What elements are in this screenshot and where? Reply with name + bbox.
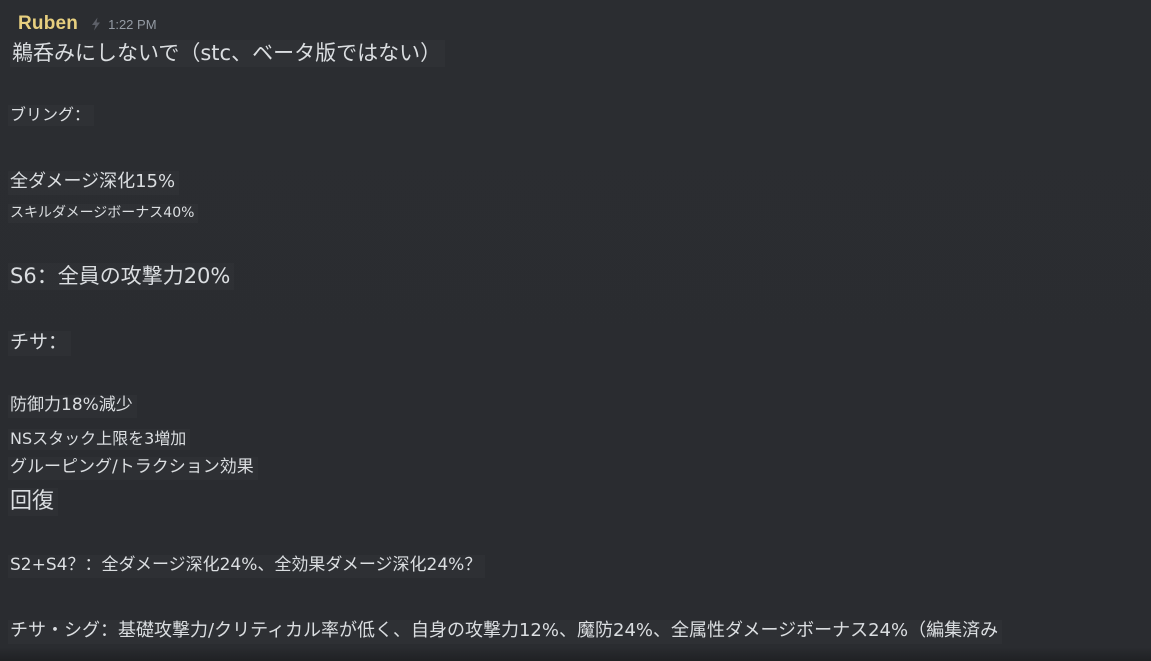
message-line: S2+S4？：全ダメージ深化24%、全効果ダメージ深化24%？ bbox=[10, 555, 482, 575]
message-timestamp[interactable]: 1:22 PM bbox=[108, 17, 156, 32]
message-header: Ruben 1:22 PM bbox=[18, 12, 157, 36]
chat-message-area: Ruben 1:22 PM 鵜呑みにしないで（stc、ベータ版ではない） ブリン… bbox=[0, 0, 1151, 661]
message-line: 回復 bbox=[10, 489, 55, 514]
message-line: ブリング： bbox=[10, 105, 91, 124]
message-line: S6：全員の攻撃力20% bbox=[10, 264, 231, 288]
message-line: チサ・シグ：基礎攻撃力/クリティカル率が低く、自身の攻撃力12%、魔防24%、全… bbox=[10, 620, 999, 641]
author-name[interactable]: Ruben bbox=[18, 13, 78, 35]
message-line: グルーピング/トラクション効果 bbox=[10, 457, 254, 477]
lightning-icon bbox=[88, 16, 104, 32]
message-line: NSスタック上限を3増加 bbox=[10, 429, 187, 448]
message-line: 防御力18%減少 bbox=[10, 395, 133, 415]
message-line: スキルダメージボーナス40% bbox=[10, 205, 195, 221]
bottom-fade bbox=[0, 647, 1151, 661]
message-line: 全ダメージ深化15% bbox=[10, 171, 176, 192]
message-line: 鵜呑みにしないで（stc、ベータ版ではない） bbox=[12, 41, 442, 65]
message-line: チサ： bbox=[10, 331, 68, 353]
